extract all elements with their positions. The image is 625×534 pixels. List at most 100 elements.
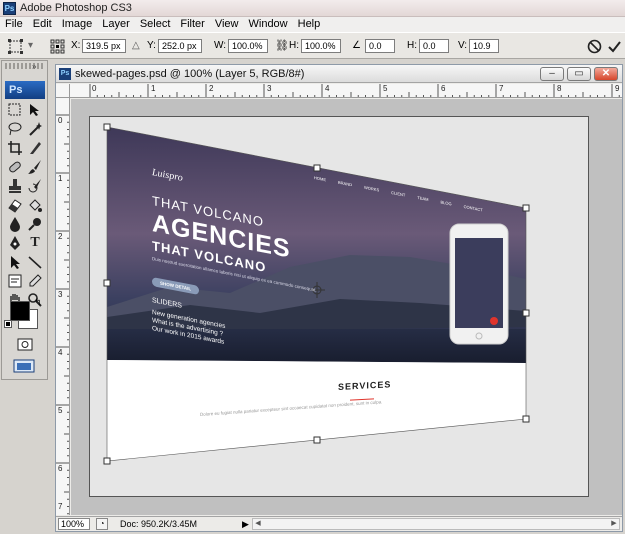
- vertical-skew-input[interactable]: 10.9: [469, 39, 499, 53]
- rotation-input[interactable]: 0.0: [365, 39, 395, 53]
- h-label: H:: [289, 40, 299, 51]
- status-menu-arrow-icon[interactable]: ▶: [242, 519, 249, 530]
- ruler-top-label: 4: [325, 84, 330, 93]
- skewed-page-layer[interactable]: [90, 117, 590, 498]
- ruler-left-label: 0: [58, 116, 63, 125]
- history-brush-icon[interactable]: [26, 177, 44, 195]
- screen-mode-icon[interactable]: [12, 357, 36, 375]
- vskew-label: V:: [458, 40, 468, 51]
- menu-help[interactable]: Help: [293, 17, 326, 32]
- ruler-left-label: 2: [58, 232, 63, 241]
- eraser-tool-icon[interactable]: [6, 196, 24, 214]
- status-bar: 100% ◔ Doc: 950.2K/3.45M ▶ ◀ ▶: [56, 516, 622, 531]
- app-title-bar: Ps Adobe Photoshop CS3: [0, 0, 625, 17]
- ruler-left-label: 6: [58, 464, 63, 473]
- status-options-icon[interactable]: ◔: [96, 518, 108, 530]
- default-colors-icon[interactable]: [4, 320, 12, 328]
- dodge-tool-icon[interactable]: [26, 215, 44, 233]
- ps-badge: Ps: [5, 81, 45, 99]
- y-position-input[interactable]: 252.0 px: [158, 39, 202, 53]
- document-ps-icon: Ps: [59, 68, 71, 80]
- horizontal-skew-input[interactable]: 0.0: [419, 39, 449, 53]
- menu-edit[interactable]: Edit: [28, 17, 57, 32]
- relative-position-icon[interactable]: △: [132, 38, 140, 54]
- clone-stamp-icon[interactable]: [6, 177, 24, 195]
- zoom-input[interactable]: 100%: [58, 518, 90, 530]
- ruler-left-label: 5: [58, 406, 63, 415]
- scroll-right-icon[interactable]: ▶: [609, 519, 619, 529]
- panel-grip[interactable]: [5, 63, 44, 69]
- phone-mockup: [449, 223, 509, 345]
- reference-point-icon[interactable]: [50, 39, 65, 54]
- options-bar: ▾ X: 319.5 px △ Y: 252.0 px W: 100.0% ⛓ …: [0, 32, 625, 59]
- crop-tool-icon[interactable]: [6, 139, 24, 157]
- healing-brush-icon[interactable]: [6, 158, 24, 176]
- menu-window[interactable]: Window: [244, 17, 293, 32]
- menu-select[interactable]: Select: [135, 17, 176, 32]
- horizontal-ruler[interactable]: 0 1 2 3 4 5 6 7 8 9: [70, 84, 622, 98]
- canvas-area[interactable]: Luispro HOME BRAND WORKS CLIENT TEAM BLO…: [71, 99, 622, 515]
- quick-mask-icon[interactable]: [16, 336, 34, 354]
- panel-collapse-icon[interactable]: »: [32, 62, 36, 71]
- ruler-origin[interactable]: [56, 84, 70, 98]
- ruler-top-label: 6: [441, 84, 446, 93]
- hskew-label: H:: [407, 40, 417, 51]
- document-window: Ps skewed-pages.psd @ 100% (Layer 5, RGB…: [55, 64, 623, 532]
- menu-bar: File Edit Image Layer Select Filter View Window…: [0, 17, 625, 32]
- vertical-ruler[interactable]: 0 1 2 3 4 5 6 7: [56, 98, 70, 515]
- minimize-button[interactable]: –: [540, 67, 564, 81]
- document-title: skewed-pages.psd @ 100% (Layer 5, RGB/8#…: [75, 68, 305, 80]
- photoshop-logo-icon: Ps: [3, 2, 16, 15]
- foreground-color-swatch[interactable]: [10, 301, 30, 321]
- slice-tool-icon[interactable]: [26, 139, 44, 157]
- horizontal-scrollbar[interactable]: ◀ ▶: [252, 518, 620, 530]
- document-info: Doc: 950.2K/3.45M: [120, 519, 198, 529]
- menu-layer[interactable]: Layer: [97, 17, 135, 32]
- rotate-angle-icon: ∠: [352, 40, 361, 51]
- type-tool-icon[interactable]: T: [26, 234, 44, 252]
- close-button[interactable]: ✕: [594, 67, 618, 81]
- scroll-left-icon[interactable]: ◀: [253, 519, 263, 529]
- height-scale-input[interactable]: 100.0%: [301, 39, 341, 53]
- move-arrow-icon[interactable]: [26, 101, 44, 119]
- ruler-top-label: 8: [557, 84, 562, 93]
- w-label: W:: [214, 40, 227, 51]
- ruler-left-label: 1: [58, 174, 63, 183]
- x-position-input[interactable]: 319.5 px: [82, 39, 126, 53]
- menu-image[interactable]: Image: [57, 17, 98, 32]
- tool-preset-arrow-icon[interactable]: ▾: [28, 38, 33, 54]
- line-tool-icon[interactable]: [26, 253, 44, 271]
- path-selection-icon[interactable]: [6, 253, 24, 271]
- ruler-left-label: 7: [58, 502, 63, 511]
- ruler-left-label: 4: [58, 348, 63, 357]
- lasso-tool-icon[interactable]: [6, 120, 24, 138]
- ruler-top-label: 9: [615, 84, 620, 93]
- move-tool-icon[interactable]: [6, 101, 24, 119]
- notes-tool-icon[interactable]: [6, 272, 24, 290]
- document-title-bar[interactable]: Ps skewed-pages.psd @ 100% (Layer 5, RGB…: [56, 65, 622, 83]
- paint-bucket-icon[interactable]: [26, 196, 44, 214]
- menu-filter[interactable]: Filter: [175, 17, 209, 32]
- cancel-transform-icon[interactable]: [587, 39, 602, 54]
- eyedropper-icon[interactable]: [26, 272, 44, 290]
- commit-transform-icon[interactable]: [607, 39, 622, 54]
- ruler-top-label: 1: [151, 84, 156, 93]
- ruler-left-label: 3: [58, 290, 63, 299]
- menu-file[interactable]: File: [0, 17, 28, 32]
- ruler-top-label: 7: [499, 84, 504, 93]
- transform-tool-icon[interactable]: [8, 39, 23, 54]
- menu-view[interactable]: View: [210, 17, 244, 32]
- ruler-top-label: 0: [92, 84, 97, 93]
- link-icon[interactable]: ⛓: [275, 38, 289, 54]
- maximize-button[interactable]: ▭: [567, 67, 591, 81]
- pen-tool-icon[interactable]: [6, 234, 24, 252]
- blur-tool-icon[interactable]: [6, 215, 24, 233]
- y-label: Y:: [147, 40, 156, 51]
- document-canvas[interactable]: Luispro HOME BRAND WORKS CLIENT TEAM BLO…: [89, 116, 589, 497]
- brush-tool-icon[interactable]: [26, 158, 44, 176]
- swap-colors-icon[interactable]: ↰: [34, 297, 42, 308]
- ruler-top-label: 5: [383, 84, 388, 93]
- width-scale-input[interactable]: 100.0%: [228, 39, 268, 53]
- magic-wand-icon[interactable]: [26, 120, 44, 138]
- ruler-top-label: 3: [267, 84, 272, 93]
